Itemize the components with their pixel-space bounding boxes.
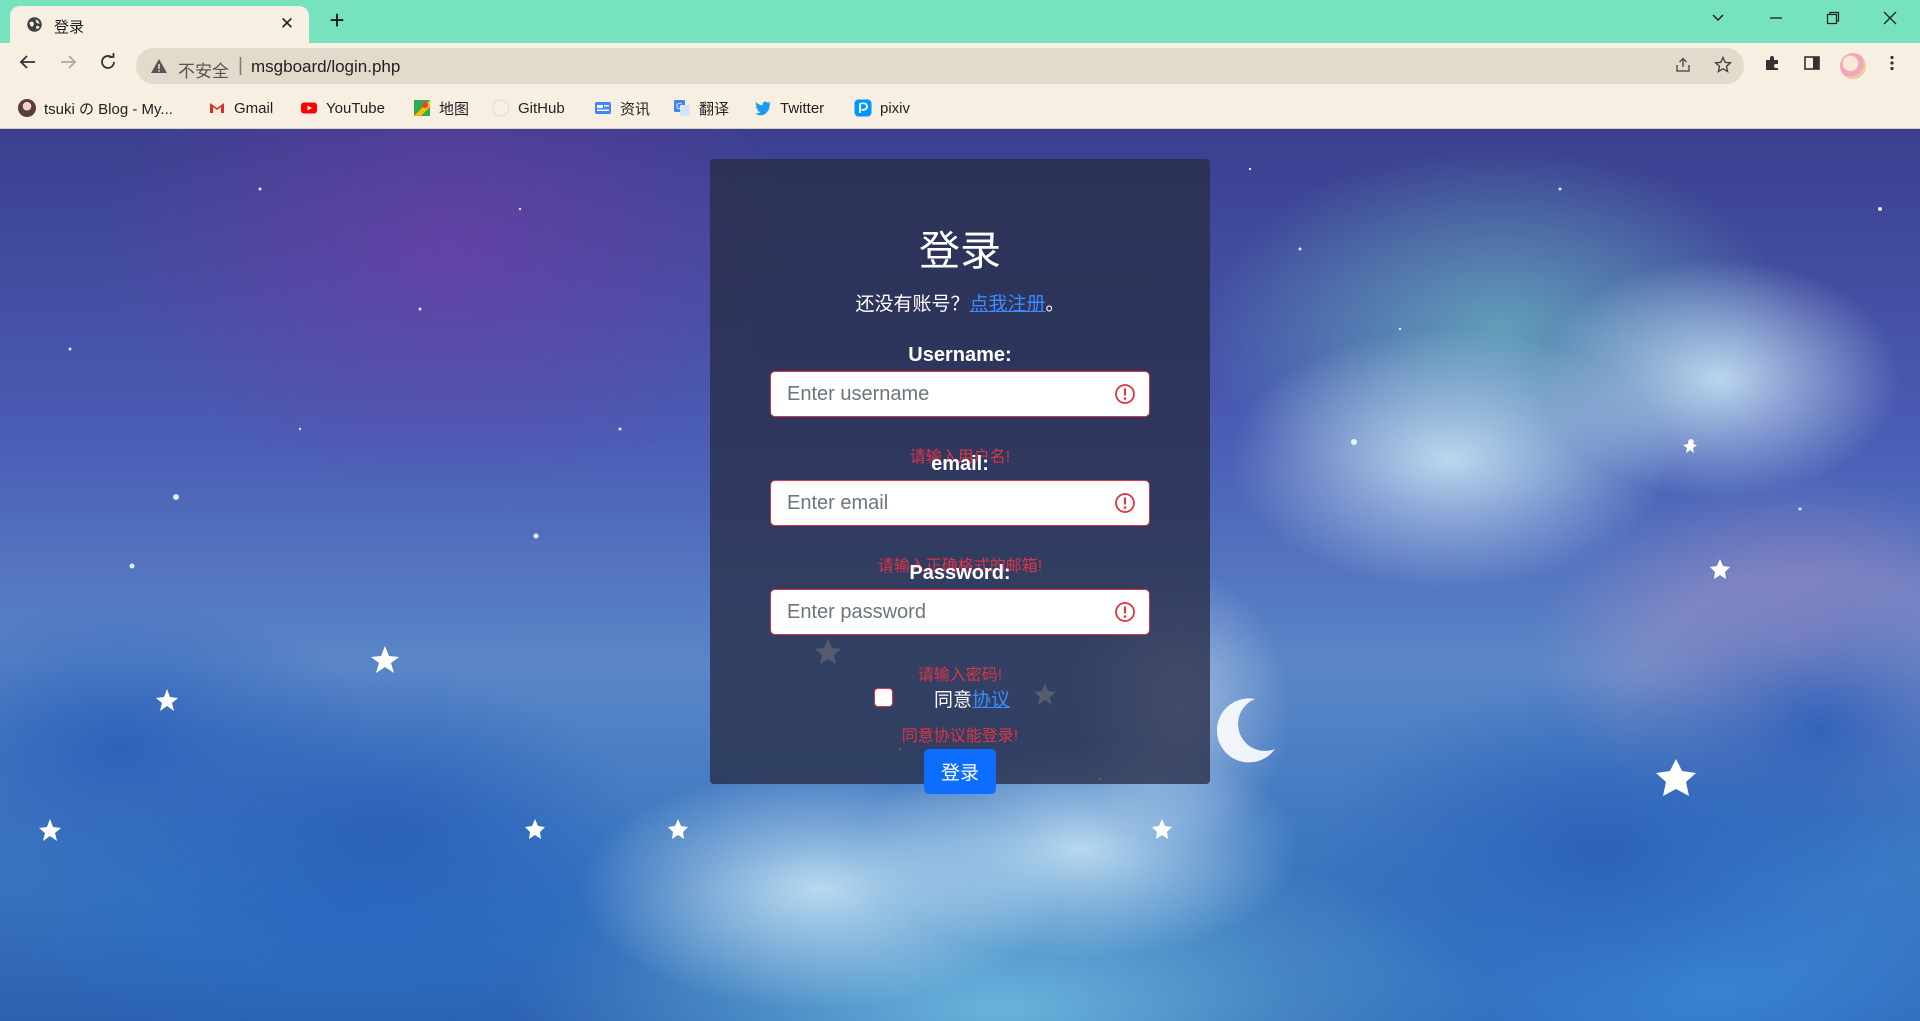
url-text[interactable]: msgboard/login.php — [251, 57, 400, 77]
side-panel-icon[interactable] — [1800, 54, 1824, 78]
back-icon[interactable] — [13, 51, 43, 81]
email-invalid-icon — [1115, 493, 1135, 513]
share-icon[interactable] — [1672, 56, 1694, 78]
register-prompt: 还没有账号？点我注册。 — [710, 289, 1210, 316]
bookmarks-bar: tsuki の Blog - My... Gmail YouTube 地图 Gi… — [0, 88, 1920, 129]
gmail-icon — [210, 103, 224, 113]
bookmark-star-icon[interactable] — [1712, 55, 1734, 78]
password-error: 请输入密码! — [917, 667, 1003, 684]
tab-title: 登录 — [54, 19, 85, 36]
password-input[interactable] — [770, 589, 1150, 635]
browser-toolbar: 不安全 | msgboard/login.php — [0, 43, 1920, 88]
agreement-row: 同意协议 — [710, 684, 1210, 712]
bookmark-tsuki-blog[interactable]: tsuki の Blog - My... — [18, 96, 173, 120]
maps-icon — [414, 100, 430, 116]
new-tab-button[interactable]: + — [324, 7, 350, 34]
username-label: Username: — [908, 344, 1012, 366]
login-title: 登录 — [919, 228, 1001, 274]
page-background: 登录 还没有账号？点我注册。 Username: 请输入用户名! email: … — [0, 129, 1920, 1021]
bookmark-news[interactable]: 资讯 — [594, 96, 650, 120]
bookmark-twitter[interactable]: Twitter — [754, 96, 824, 120]
login-button[interactable]: 登录 — [924, 749, 996, 794]
bookmark-gmail[interactable]: Gmail — [208, 96, 273, 120]
bookmark-maps[interactable]: 地图 — [413, 96, 469, 120]
agreement-text: 同意协议 — [934, 685, 1010, 712]
password-label: Password: — [909, 562, 1011, 584]
blog-avatar-icon — [18, 99, 36, 117]
svg-text:G: G — [676, 102, 682, 111]
bookmark-translate[interactable]: G 翻译 — [673, 96, 729, 120]
login-card: 登录 还没有账号？点我注册。 Username: 请输入用户名! email: … — [710, 159, 1210, 794]
email-label: email: — [931, 453, 989, 475]
tab-search-icon[interactable] — [1698, 6, 1738, 36]
agreement-link[interactable]: 协议 — [972, 690, 1010, 711]
menu-kebab-icon[interactable] — [1880, 54, 1904, 78]
agreement-prefix: 同意 — [934, 690, 973, 711]
globe-icon — [27, 17, 42, 32]
agreement-checkbox[interactable] — [874, 688, 893, 707]
forward-icon[interactable] — [53, 51, 83, 81]
profile-avatar[interactable] — [1840, 53, 1866, 79]
username-input[interactable] — [770, 371, 1150, 417]
twitter-icon — [755, 101, 771, 116]
url-separator: | — [238, 55, 243, 76]
extensions-icon[interactable] — [1760, 54, 1784, 78]
close-window-icon[interactable] — [1870, 6, 1910, 36]
password-invalid-icon — [1115, 602, 1135, 622]
active-tab[interactable]: 登录 ✕ — [10, 6, 309, 43]
pixiv-icon — [854, 99, 872, 117]
bookmark-github[interactable]: GitHub — [492, 96, 565, 120]
youtube-icon — [301, 102, 317, 114]
reload-icon[interactable] — [93, 51, 123, 81]
warning-icon — [151, 59, 167, 73]
register-prefix: 还没有账号？ — [855, 294, 970, 315]
agreement-error: 同意协议能登录! — [901, 728, 1019, 745]
bookmark-youtube[interactable]: YouTube — [300, 96, 385, 120]
restore-icon[interactable] — [1813, 6, 1853, 36]
news-icon — [595, 102, 611, 114]
bookmark-pixiv[interactable]: pixiv — [854, 96, 910, 120]
translate-icon: G — [674, 100, 690, 116]
minimize-icon[interactable] — [1756, 6, 1796, 36]
username-invalid-icon — [1115, 384, 1135, 404]
browser-titlebar: 登录 ✕ + — [0, 0, 1920, 43]
close-tab-icon[interactable]: ✕ — [277, 14, 297, 34]
register-suffix: 。 — [1045, 294, 1065, 315]
address-bar[interactable]: 不安全 | msgboard/login.php — [136, 48, 1744, 84]
register-link[interactable]: 点我注册 — [969, 294, 1045, 315]
github-icon — [492, 99, 510, 117]
insecure-label: 不安全 — [178, 62, 229, 81]
email-input[interactable] — [770, 480, 1150, 526]
